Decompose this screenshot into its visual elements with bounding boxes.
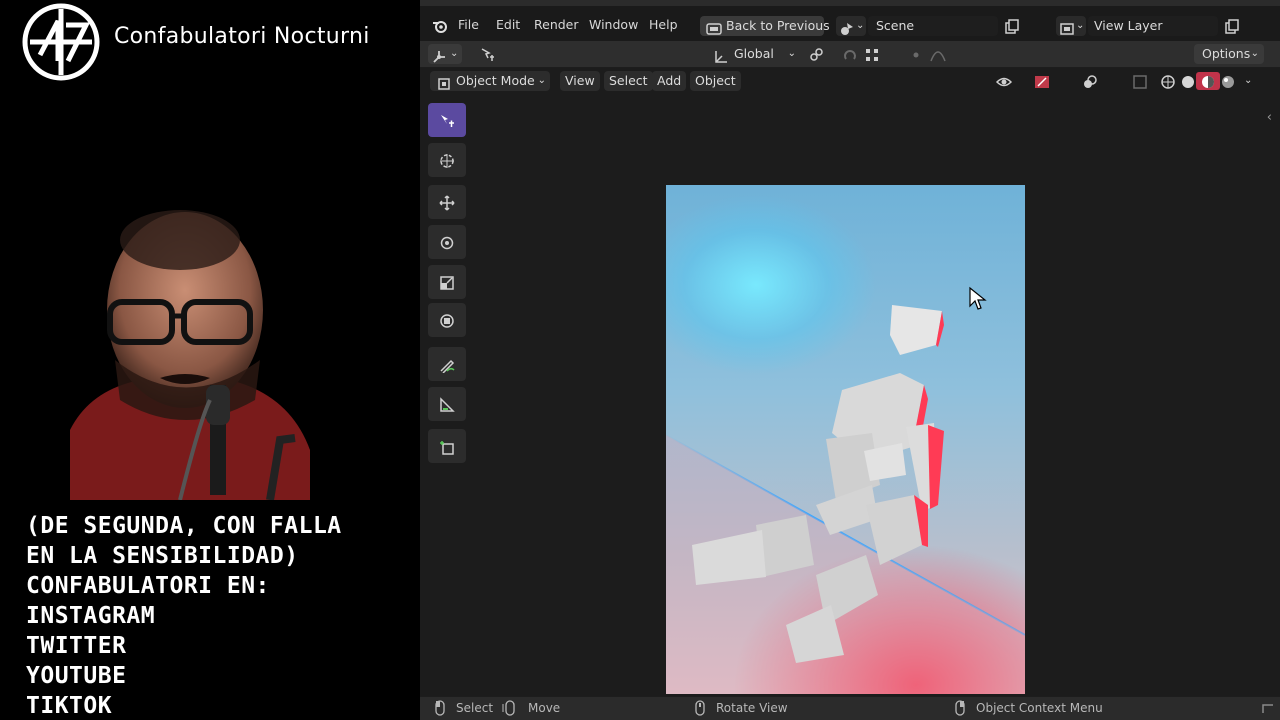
- shading-options-chevron-icon[interactable]: ⌄: [1240, 72, 1256, 90]
- xray-icon[interactable]: [1128, 72, 1152, 90]
- 3d-viewport[interactable]: ‹: [420, 68, 1280, 696]
- status-context-menu-hint: Object Context Menu: [976, 701, 1103, 715]
- menu-edit[interactable]: Edit: [492, 16, 524, 34]
- orientation-axis-icon: [712, 46, 728, 66]
- object-mode-icon: [436, 73, 452, 93]
- viewport-header: Object Mode ⌄ View Select Add Object ⌄: [420, 68, 1280, 94]
- tool-add-cube[interactable]: [428, 429, 466, 463]
- menu-render[interactable]: Render: [530, 16, 583, 34]
- status-bar: Select Move Rotate View Object Context M…: [420, 697, 1280, 720]
- mouse-pointer-icon: [969, 286, 987, 310]
- rotate-icon: [439, 233, 455, 252]
- chevron-down-icon: ⌄: [856, 20, 865, 31]
- overlays-icon[interactable]: [1078, 72, 1102, 90]
- select-mode-icon[interactable]: [476, 45, 500, 63]
- orientation-label: Global: [734, 46, 774, 61]
- tool-annotate[interactable]: [428, 347, 466, 381]
- scene-name-field[interactable]: Scene: [868, 16, 998, 36]
- status-rotate-view-hint: Rotate View: [716, 701, 788, 715]
- editor-type-dropdown[interactable]: ⌄: [428, 44, 462, 64]
- snap-grid-icon[interactable]: [860, 45, 884, 63]
- measure-icon: [439, 395, 455, 414]
- tool-cursor[interactable]: [428, 143, 466, 177]
- back-to-previous-button[interactable]: Back to Previous: [700, 16, 830, 38]
- tool-scale[interactable]: [428, 265, 466, 299]
- rendered-shading-icon[interactable]: [1216, 72, 1240, 90]
- overlay-line: YOUTUBE: [26, 663, 127, 689]
- snap-toggle-icon[interactable]: [838, 45, 862, 63]
- view-layer-name-field[interactable]: View Layer: [1088, 16, 1218, 36]
- falloff-icon[interactable]: [926, 45, 950, 63]
- channel-name: Confabulatori Nocturni: [114, 24, 370, 49]
- gizmo-icon[interactable]: [1030, 72, 1054, 90]
- chevron-down-icon: ⌄: [450, 48, 459, 59]
- status-move-hint: Move: [528, 701, 561, 715]
- blender-logo-icon[interactable]: [428, 16, 452, 34]
- pivot-point-icon[interactable]: [804, 45, 828, 63]
- channel-logo: [22, 3, 100, 81]
- tool-transform[interactable]: [428, 303, 466, 337]
- scale-icon: [439, 273, 455, 292]
- move-icon: [439, 193, 455, 212]
- overlay-text-block: (DE SEGUNDA, CON FALLA EN LA SENSIBILIDA…: [26, 511, 416, 720]
- blender-window: File Edit Render Window Help Back to Pre…: [420, 0, 1280, 720]
- tool-settings-header: ⌄ Global ⌄ Options ⌄: [420, 41, 1280, 67]
- options-dropdown[interactable]: Options ⌄: [1194, 44, 1264, 64]
- menu-file[interactable]: File: [454, 16, 483, 34]
- tool-select-box[interactable]: [428, 103, 466, 137]
- viewport-editor-icon: [431, 46, 447, 66]
- mouse-middle-icon: [692, 700, 708, 716]
- status-corner-icon: [1260, 700, 1276, 716]
- menu-window[interactable]: Window: [585, 16, 642, 34]
- overlay-line: EN LA SENSIBILIDAD): [26, 543, 299, 569]
- cursor-icon: [439, 151, 455, 170]
- menu-view[interactable]: View: [560, 71, 600, 91]
- select-box-icon: [439, 111, 455, 130]
- mouse-drag-icon: [502, 700, 518, 716]
- chevron-down-icon: ⌄: [787, 48, 796, 59]
- sidebar-toggle-icon[interactable]: ‹: [1267, 110, 1272, 125]
- webcam-feed: [70, 210, 310, 500]
- scene-icon: [839, 18, 855, 38]
- menu-select[interactable]: Select: [604, 71, 653, 91]
- mouse-right-icon: [952, 700, 968, 716]
- menu-add[interactable]: Add: [652, 71, 687, 91]
- stream-overlay: Confabulatori Nocturni (DE SEGUNDA, CON …: [0, 0, 420, 720]
- view-layer-type-dropdown[interactable]: ⌄: [1056, 16, 1086, 36]
- tool-rotate[interactable]: [428, 225, 466, 259]
- render-mannequin: [666, 305, 1025, 694]
- annotate-icon: [439, 355, 455, 374]
- mouse-left-icon: [432, 700, 448, 716]
- chevron-down-icon: ⌄: [537, 75, 546, 86]
- menu-object[interactable]: Object: [690, 71, 741, 91]
- add-cube-icon: [439, 437, 455, 456]
- tool-measure[interactable]: [428, 387, 466, 421]
- top-menu-bar: File Edit Render Window Help Back to Pre…: [420, 6, 1280, 44]
- mode-label: Object Mode: [456, 73, 535, 88]
- chevron-down-icon: ⌄: [1250, 48, 1259, 59]
- scene-type-dropdown[interactable]: ⌄: [836, 16, 866, 36]
- proportional-edit-icon[interactable]: [904, 45, 928, 63]
- options-label: Options: [1202, 46, 1251, 61]
- new-scene-icon[interactable]: [1000, 17, 1024, 35]
- visibility-icon[interactable]: [992, 72, 1016, 90]
- new-view-layer-icon[interactable]: [1220, 17, 1244, 35]
- tool-move[interactable]: [428, 185, 466, 219]
- overlay-line: TWITTER: [26, 633, 127, 659]
- mode-dropdown[interactable]: Object Mode ⌄: [430, 71, 550, 91]
- layers-icon: [1059, 18, 1075, 38]
- status-select-hint: Select: [456, 701, 494, 715]
- transform-orientation-dropdown[interactable]: Global ⌄: [708, 44, 800, 64]
- overlay-line: TIKTOK: [26, 693, 113, 719]
- screen-icon: [706, 18, 722, 38]
- chevron-down-icon: ⌄: [1076, 20, 1085, 31]
- overlay-line: (DE SEGUNDA, CON FALLA: [26, 513, 342, 539]
- overlay-line: CONFABULATORI EN:: [26, 573, 270, 599]
- menu-help[interactable]: Help: [645, 16, 682, 34]
- transform-icon: [439, 311, 455, 330]
- camera-render-view: [666, 185, 1025, 694]
- back-to-previous-label: Back to Previous: [726, 18, 830, 33]
- overlay-line: INSTAGRAM: [26, 603, 156, 629]
